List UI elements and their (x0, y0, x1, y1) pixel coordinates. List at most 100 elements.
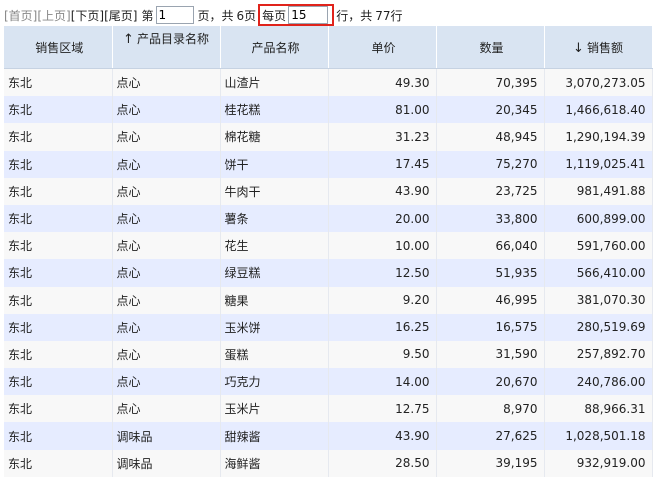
cell-region: 东北 (4, 259, 113, 287)
cell-quantity: 23,725 (436, 177, 545, 205)
table-row[interactable]: 东北 点心 糖果 9.20 46,995 381,070.30 (4, 286, 653, 314)
cell-quantity: 39,195 (436, 449, 545, 477)
table-row[interactable]: 东北 点心 玉米片 12.75 8,970 88,966.31 (4, 395, 653, 423)
cell-region: 东北 (4, 68, 113, 97)
page-suffix-label: 页，共 (197, 8, 234, 23)
cell-region: 东北 (4, 150, 113, 178)
cell-region: 东北 (4, 123, 113, 151)
page-prefix-label: 第 (141, 8, 154, 23)
cell-sales: 600,899.00 (544, 204, 653, 233)
column-header-label: 销售额 (586, 40, 623, 55)
cell-region: 东北 (4, 449, 113, 477)
cell-category: 点心 (112, 259, 221, 287)
cell-quantity: 46,995 (436, 286, 545, 314)
cell-product: 桂花糕 (220, 96, 329, 124)
cell-unit-price: 28.50 (328, 449, 437, 477)
cell-product: 牛肉干 (220, 177, 329, 205)
table-row[interactable]: 东北 点心 饼干 17.45 75,270 1,119,025.41 (4, 150, 653, 178)
table-row[interactable]: 东北 点心 牛肉干 43.90 23,725 981,491.88 (4, 177, 653, 205)
cell-sales: 1,028,501.18 (544, 422, 653, 450)
prev-page-link[interactable]: [上页] (37, 7, 70, 24)
cell-product: 棉花糖 (220, 123, 329, 151)
column-header-unit-price[interactable]: 单价 (328, 26, 437, 69)
cell-region: 东北 (4, 286, 113, 314)
cell-product: 薯条 (220, 204, 329, 233)
per-page-suffix-label: 行，共 (336, 8, 373, 23)
cell-region: 东北 (4, 96, 113, 124)
cell-unit-price: 10.00 (328, 232, 437, 260)
cell-sales: 257,892.70 (544, 340, 653, 369)
table-row[interactable]: 东北 点心 桂花糕 81.00 20,345 1,466,618.40 (4, 96, 653, 124)
cell-sales: 240,786.00 (544, 368, 653, 396)
cell-quantity: 66,040 (436, 232, 545, 260)
table-row[interactable]: 东北 点心 绿豆糕 12.50 51,935 566,410.00 (4, 259, 653, 287)
column-header-region[interactable]: 销售区域 (4, 26, 113, 69)
pagination-bar: [首页] [上页] [下页] [尾页] 第 页，共 6页 每页 行，共 77行 (4, 4, 402, 26)
cell-sales: 1,290,194.39 (544, 123, 653, 151)
per-page-label: 每页 (262, 8, 287, 23)
cell-category: 点心 (112, 177, 221, 205)
cell-unit-price: 49.30 (328, 68, 437, 97)
column-header-label: 销售区域 (35, 40, 84, 55)
cell-quantity: 75,270 (436, 150, 545, 178)
cell-unit-price: 12.50 (328, 259, 437, 287)
table-row[interactable]: 东北 点心 薯条 20.00 33,800 600,899.00 (4, 204, 653, 233)
first-page-link[interactable]: [首页] (4, 7, 37, 24)
sort-desc-icon: ↓ (573, 40, 584, 56)
cell-product: 甜辣酱 (220, 422, 329, 450)
table-row[interactable]: 东北 点心 山渣片 49.30 70,395 3,070,273.05 (4, 68, 653, 97)
cell-category: 点心 (112, 340, 221, 369)
total-pages-label: 6页 (236, 8, 257, 23)
cell-quantity: 70,395 (436, 68, 545, 97)
rows-per-page-input[interactable] (288, 6, 329, 24)
cell-region: 东北 (4, 204, 113, 233)
cell-unit-price: 81.00 (328, 96, 437, 124)
current-page-input[interactable] (155, 6, 194, 24)
cell-quantity: 31,590 (436, 340, 545, 369)
table-body: 东北 点心 山渣片 49.30 70,395 3,070,273.05 东北 点心 桂花糕 81.… (4, 68, 653, 477)
cell-quantity: 8,970 (436, 395, 545, 423)
cell-unit-price: 20.00 (328, 204, 437, 233)
last-page-link[interactable]: [尾页] (104, 7, 137, 24)
table-row[interactable]: 东北 调味品 甜辣酱 43.90 27,625 1,028,501.18 (4, 422, 653, 450)
table-row[interactable]: 东北 点心 花生 10.00 66,040 591,760.00 (4, 232, 653, 260)
cell-product: 玉米饼 (220, 313, 329, 341)
cell-unit-price: 9.20 (328, 286, 437, 314)
column-header-label: 数量 (479, 40, 504, 55)
cell-category: 点心 (112, 68, 221, 97)
cell-region: 东北 (4, 395, 113, 423)
column-header-label: 单价 (371, 40, 396, 55)
cell-quantity: 20,670 (436, 368, 545, 396)
table-row[interactable]: 东北 点心 棉花糖 31.23 48,945 1,290,194.39 (4, 123, 653, 151)
table-row[interactable]: 东北 点心 蛋糕 9.50 31,590 257,892.70 (4, 340, 653, 369)
next-page-link[interactable]: [下页] (71, 7, 104, 24)
table-row[interactable]: 东北 点心 玉米饼 16.25 16,575 280,519.69 (4, 313, 653, 341)
cell-quantity: 16,575 (436, 313, 545, 341)
column-header-sales[interactable]: ↓ 销售额 (544, 26, 653, 69)
cell-category: 调味品 (112, 449, 221, 477)
cell-unit-price: 31.23 (328, 123, 437, 151)
column-header-quantity[interactable]: 数量 (436, 26, 545, 69)
sales-table: 销售区域 ↑ 产品目录名称 产品名称 单价 数量 ↓ 销售额 东北 点心 山渣片 49.3… (4, 26, 653, 477)
cell-sales: 1,119,025.41 (544, 150, 653, 178)
cell-sales: 591,760.00 (544, 232, 653, 260)
table-row[interactable]: 东北 调味品 海鲜酱 28.50 39,195 932,919.00 (4, 449, 653, 477)
cell-unit-price: 12.75 (328, 395, 437, 423)
total-rows-label: 77行 (375, 8, 403, 23)
cell-category: 点心 (112, 204, 221, 233)
column-header-category[interactable]: ↑ 产品目录名称 (112, 26, 221, 69)
cell-sales: 566,410.00 (544, 259, 653, 287)
column-header-label: 产品名称 (251, 40, 300, 55)
cell-region: 东北 (4, 232, 113, 260)
cell-sales: 88,966.31 (544, 395, 653, 423)
cell-unit-price: 43.90 (328, 177, 437, 205)
column-header-product[interactable]: 产品名称 (220, 26, 329, 69)
cell-quantity: 48,945 (436, 123, 545, 151)
cell-region: 东北 (4, 368, 113, 396)
table-row[interactable]: 东北 点心 巧克力 14.00 20,670 240,786.00 (4, 368, 653, 396)
cell-region: 东北 (4, 313, 113, 341)
cell-sales: 932,919.00 (544, 449, 653, 477)
cell-product: 蛋糕 (220, 340, 329, 369)
cell-region: 东北 (4, 340, 113, 369)
column-header-label: 产品目录名称 (136, 32, 209, 46)
